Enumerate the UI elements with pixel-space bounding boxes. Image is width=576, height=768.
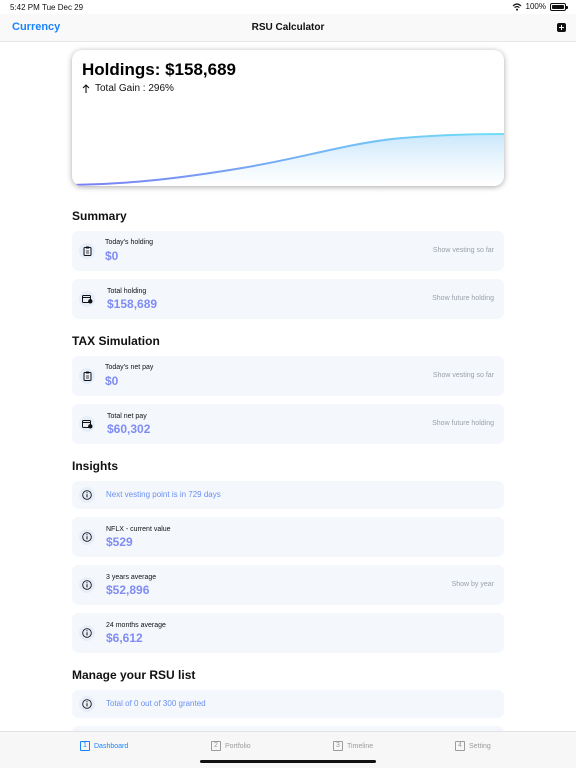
todays-holding-card[interactable]: Today's holding $0 Show vesting so far bbox=[72, 231, 504, 271]
tax-title: TAX Simulation bbox=[72, 334, 160, 348]
next-vesting-card: Next vesting point is in 729 days bbox=[72, 481, 504, 509]
tab-label: Setting bbox=[469, 742, 491, 750]
card-label: 3 years average bbox=[106, 574, 157, 581]
card-value: $158,689 bbox=[107, 297, 158, 311]
card-value: $0 bbox=[105, 249, 119, 263]
nav-bar: Currency RSU Calculator bbox=[0, 14, 576, 42]
tab-setting[interactable]: 4 Setting bbox=[455, 741, 491, 751]
tab-portfolio[interactable]: 2 Portfolio bbox=[211, 741, 251, 751]
granted-text: Total of 0 out of 300 granted bbox=[106, 699, 206, 708]
holdings-total: Holdings: $158,689 bbox=[82, 60, 237, 79]
tab-number: 1 bbox=[80, 741, 90, 751]
card-value: $0 bbox=[105, 374, 119, 388]
page-title: RSU Calculator bbox=[251, 22, 325, 33]
summary-title: Summary bbox=[72, 209, 127, 223]
tab-number: 4 bbox=[455, 741, 465, 751]
card-label: NFLX - current value bbox=[106, 526, 171, 533]
home-indicator bbox=[200, 760, 376, 763]
calendar-clock-icon bbox=[79, 416, 95, 432]
status-time: 5:42 PM bbox=[10, 3, 40, 12]
tab-number: 2 bbox=[211, 741, 221, 751]
manage-title: Manage your RSU list bbox=[72, 668, 196, 682]
card-label: Total holding bbox=[107, 288, 147, 295]
tab-dashboard[interactable]: 1 Dashboard bbox=[80, 741, 128, 751]
arrow-up-icon bbox=[82, 83, 90, 93]
tab-label: Dashboard bbox=[94, 742, 129, 750]
wifi-icon bbox=[512, 2, 521, 11]
card-value: $529 bbox=[106, 535, 133, 549]
total-net-pay-card[interactable]: Total net pay $60,302 Show future holdin… bbox=[72, 404, 504, 444]
info-icon bbox=[79, 487, 95, 503]
add-icon[interactable] bbox=[557, 23, 566, 32]
status-bar: 5:42 PM Tue Dec 29 100% bbox=[0, 0, 576, 14]
info-icon bbox=[79, 529, 95, 545]
card-label: Total net pay bbox=[107, 413, 147, 420]
info-icon bbox=[79, 577, 95, 593]
tab-label: Portfolio bbox=[225, 742, 251, 750]
tab-number: 3 bbox=[333, 741, 343, 751]
tab-label: Timeline bbox=[347, 742, 374, 750]
card-label: 24 months average bbox=[106, 622, 166, 629]
holdings-card: Holdings: $158,689 Total Gain : 296% bbox=[72, 50, 504, 186]
total-gain-text: Total Gain : 296% bbox=[95, 83, 174, 94]
next-vesting-text: Next vesting point is in 729 days bbox=[106, 490, 221, 499]
calendar-clock-icon bbox=[79, 291, 95, 307]
clipboard-icon bbox=[79, 243, 95, 259]
battery-percent: 100% bbox=[525, 2, 546, 11]
show-by-year-link[interactable]: Show by year bbox=[452, 581, 494, 588]
insights-title: Insights bbox=[72, 459, 119, 473]
card-label: Today's holding bbox=[105, 239, 154, 246]
card-label: Today's net pay bbox=[105, 364, 154, 371]
show-future-link[interactable]: Show future holding bbox=[432, 295, 494, 302]
monthly-average-card: 24 months average $6,612 bbox=[72, 613, 504, 653]
todays-net-pay-card[interactable]: Today's net pay $0 Show vesting so far bbox=[72, 356, 504, 396]
show-vesting-link[interactable]: Show vesting so far bbox=[433, 372, 494, 379]
info-icon bbox=[79, 696, 95, 712]
current-value-card: NFLX - current value $529 bbox=[72, 517, 504, 557]
clipboard-icon bbox=[79, 368, 95, 384]
granted-card: Total of 0 out of 300 granted bbox=[72, 690, 504, 718]
status-right: 100% bbox=[512, 2, 568, 11]
card-value: $52,896 bbox=[106, 583, 150, 597]
total-holding-card[interactable]: Total holding $158,689 Show future holdi… bbox=[72, 279, 504, 319]
total-gain: Total Gain : 296% bbox=[82, 83, 174, 94]
info-icon bbox=[79, 625, 95, 641]
show-future-link[interactable]: Show future holding bbox=[432, 420, 494, 427]
show-vesting-link[interactable]: Show vesting so far bbox=[433, 247, 494, 254]
status-date: Tue Dec 29 bbox=[42, 3, 84, 12]
three-year-average-card[interactable]: 3 years average $52,896 Show by year bbox=[72, 565, 504, 605]
card-value: $60,302 bbox=[107, 422, 151, 436]
tab-timeline[interactable]: 3 Timeline bbox=[333, 741, 373, 751]
card-value: $6,612 bbox=[106, 631, 143, 645]
battery-icon bbox=[550, 2, 568, 11]
